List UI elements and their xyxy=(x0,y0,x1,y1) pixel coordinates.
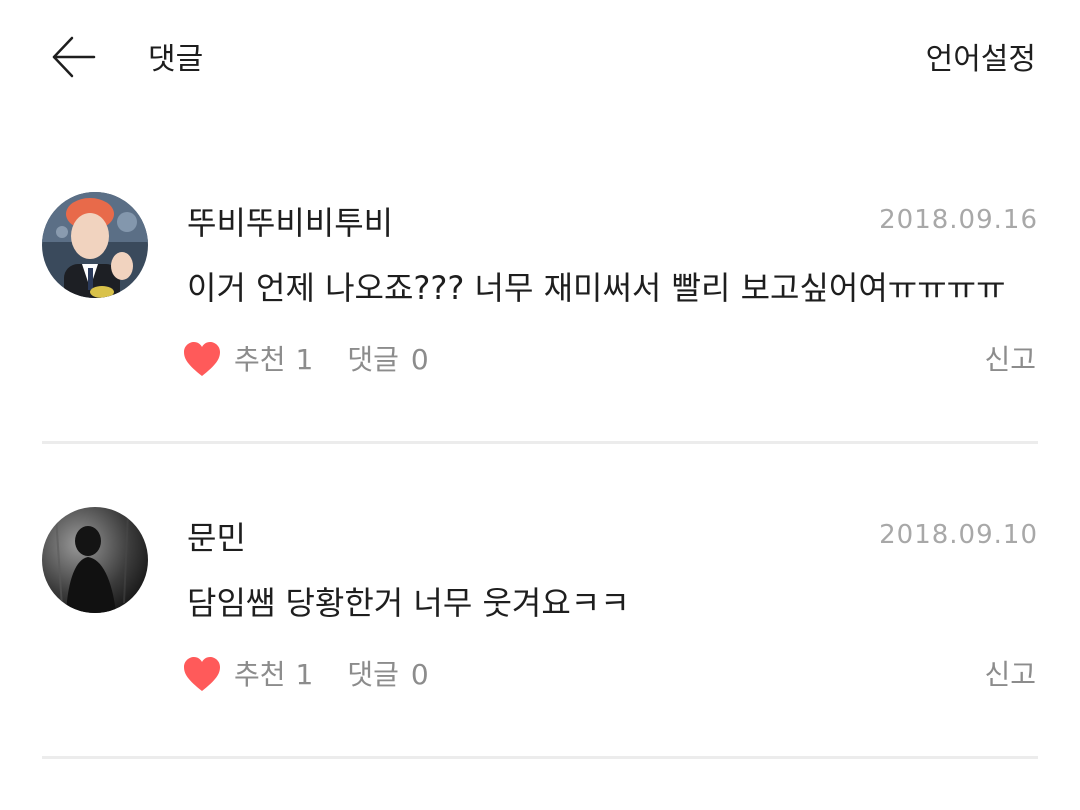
top-bar: 댓글 언어설정 xyxy=(0,0,1080,120)
comment-date: 2018.09.10 xyxy=(879,520,1038,550)
comment-date: 2018.09.16 xyxy=(879,205,1038,235)
comment-text: 이거 언제 나오죠??? 너무 재미써서 빨리 보고싶어여ㅠㅠㅠㅠ xyxy=(187,269,1006,307)
avatar[interactable] xyxy=(42,192,148,298)
reply-button[interactable]: 댓글 0 xyxy=(347,340,428,380)
divider xyxy=(42,756,1038,759)
like-button[interactable]: 추천 1 xyxy=(182,340,313,380)
like-label: 추천 xyxy=(234,658,286,691)
language-settings-button[interactable]: 언어설정 xyxy=(926,40,1036,80)
avatar[interactable] xyxy=(42,507,148,613)
comment-item: 뚜비뚜비비투비 2018.09.16 이거 언제 나오죠??? 너무 재미써서 … xyxy=(42,192,1038,442)
comment-actions: 추천 1 댓글 0 xyxy=(182,338,429,382)
reply-button[interactable]: 댓글 0 xyxy=(347,655,428,695)
back-button[interactable] xyxy=(48,30,102,84)
report-button[interactable]: 신고 xyxy=(984,655,1036,695)
reply-label: 댓글 xyxy=(347,343,399,376)
reply-count: 0 xyxy=(410,343,429,376)
heart-icon xyxy=(182,340,222,380)
comment-item: 문민 2018.09.10 담임쌤 당황한거 너무 웃겨요ㅋㅋ 추천 1 댓글 … xyxy=(42,507,1038,757)
comment-author: 문민 xyxy=(187,519,246,557)
report-button[interactable]: 신고 xyxy=(984,340,1036,380)
reply-label: 댓글 xyxy=(347,658,399,691)
comment-author: 뚜비뚜비비투비 xyxy=(187,204,394,242)
like-label: 추천 xyxy=(234,343,286,376)
like-count: 1 xyxy=(295,343,314,376)
arrow-left-icon xyxy=(48,30,102,84)
like-count: 1 xyxy=(295,658,314,691)
divider xyxy=(42,441,1038,444)
page-title: 댓글 xyxy=(148,42,204,77)
heart-icon xyxy=(182,655,222,695)
comment-actions: 추천 1 댓글 0 xyxy=(182,653,429,697)
reply-count: 0 xyxy=(410,658,429,691)
comment-text: 담임쌤 당황한거 너무 웃겨요ㅋㅋ xyxy=(187,584,630,622)
like-button[interactable]: 추천 1 xyxy=(182,655,313,695)
